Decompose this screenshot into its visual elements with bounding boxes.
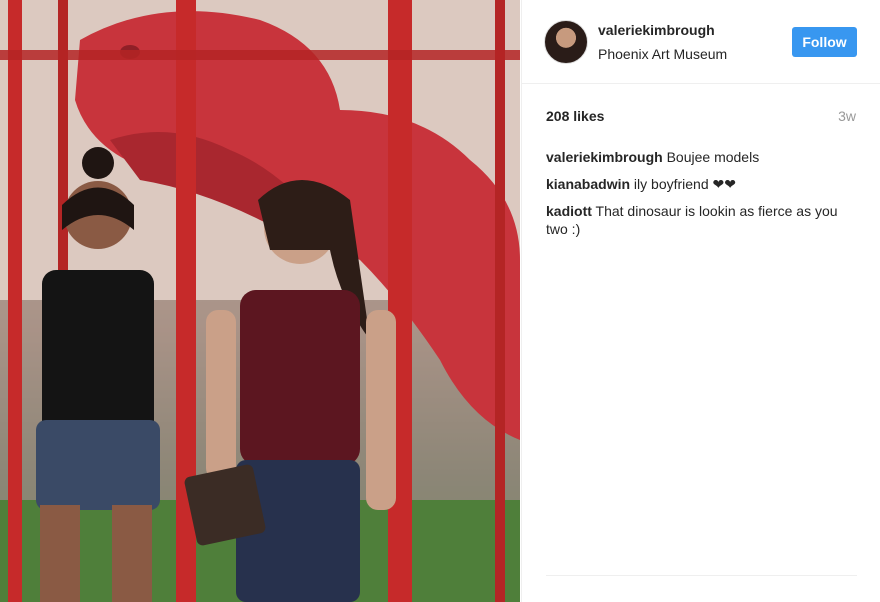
comment-text: ily boyfriend ❤❤ <box>633 176 736 192</box>
comments-list: valeriekimbrough Boujee models kianabadw… <box>546 148 861 247</box>
follow-button[interactable]: Follow <box>792 27 857 57</box>
comment-item: valeriekimbrough Boujee models <box>546 148 861 166</box>
likes-count[interactable]: 208 likes <box>546 108 604 124</box>
divider <box>546 575 857 576</box>
comment-author[interactable]: kianabadwin <box>546 176 630 192</box>
post-side-panel: valeriekimbrough Phoenix Art Museum Foll… <box>521 0 880 602</box>
comment-author[interactable]: kadiott <box>546 203 592 219</box>
comment-author[interactable]: valeriekimbrough <box>546 149 663 165</box>
post-header: valeriekimbrough Phoenix Art Museum Foll… <box>522 0 880 84</box>
post-photo <box>0 0 520 602</box>
photo-illustration <box>0 0 520 602</box>
location-link[interactable]: Phoenix Art Museum <box>598 46 727 62</box>
comment-text: Boujee models <box>666 149 760 165</box>
comment-item: kianabadwin ily boyfriend ❤❤ <box>546 175 861 193</box>
post-time: 3w <box>838 108 856 124</box>
avatar[interactable] <box>544 20 588 64</box>
username-link[interactable]: valeriekimbrough <box>598 22 715 38</box>
comment-item: kadiott That dinosaur is lookin as fierc… <box>546 202 861 238</box>
